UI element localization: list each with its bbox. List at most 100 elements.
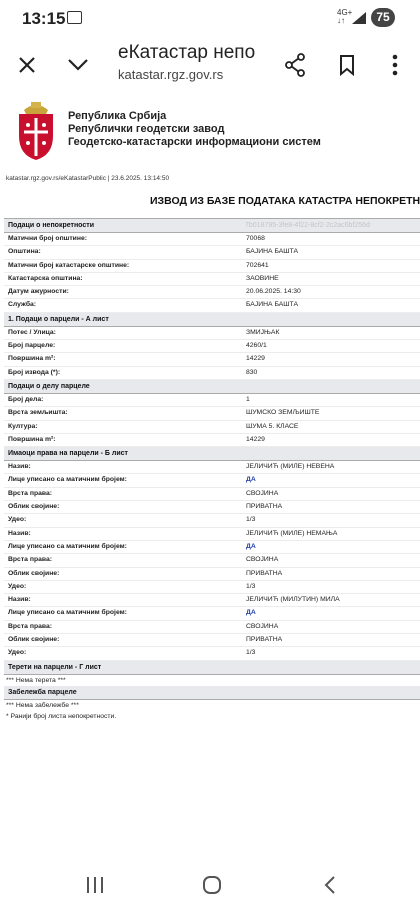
row-label: Матични број општине: (8, 235, 88, 242)
page-url[interactable]: katastar.rgz.gov.rs (118, 67, 223, 82)
table-row: Назив: ЈЕЛИЧИЋ (МИЛУТИН) МИЛА (4, 594, 420, 608)
burdens-text: *** Нема терета *** (6, 676, 66, 684)
screen-cast-icon (67, 11, 82, 24)
table-row: Површина m²: 14229 (4, 353, 420, 367)
table-row: Лице уписано са матичним бројем: ДА (4, 607, 420, 621)
row-label: Лице уписано са матичним бројем: (8, 609, 127, 617)
row-value: 20.06.2025. 14:30 (246, 288, 301, 296)
row-label: Удео: (8, 649, 27, 657)
row-label: Катастарска општина: (8, 274, 83, 282)
row-label: Врста права: (8, 622, 53, 630)
org-line-1: Република Србија (68, 110, 167, 122)
row-label: Матични број катастарске општине: (8, 261, 130, 269)
system-nav-bar (0, 860, 420, 910)
section-property: Подаци о непокретности 7b018795-3fe8-4f2… (4, 219, 420, 233)
row-label: Назив: (8, 529, 31, 537)
row-value: 14229 (246, 435, 265, 443)
row-label: Површина m²: (8, 435, 56, 443)
row-label: Број извода (*): (8, 368, 61, 376)
row-value: ЗМИЈЊАК (246, 328, 280, 336)
bookmark-icon[interactable] (332, 50, 362, 80)
back-icon[interactable] (315, 872, 345, 898)
more-icon[interactable] (380, 50, 410, 80)
recent-apps-icon[interactable] (80, 872, 110, 898)
row-label: Култура: (8, 422, 38, 430)
row-label: Врста земљишта: (8, 409, 68, 417)
table-row: Удео: 1/3 (4, 647, 420, 661)
site-header: Република Србија Републички геодетски за… (0, 96, 420, 166)
page-title: еКатастар непо (118, 42, 256, 63)
table-row: Број извода (*): 830 (4, 367, 420, 380)
section-rights: Имаоци права на парцели - Б лист (4, 447, 420, 462)
org-name: Република Србија Републички геодетски за… (68, 110, 321, 149)
row-value: 1 (246, 395, 250, 403)
table-row: Култура: ШУМА 5. КЛАСЕ (4, 421, 420, 434)
signal-icon (352, 12, 366, 24)
row-value: ПРИВАТНА (246, 503, 283, 511)
status-time: 13:15 (22, 9, 66, 28)
section-parcel-part: Подаци о делу парцеле (4, 379, 420, 394)
table-row: Лице уписано са матичним бројем: ДА (4, 474, 420, 488)
close-icon[interactable] (12, 50, 42, 80)
coat-of-arms-icon (19, 102, 53, 160)
row-label: Површина m²: (8, 355, 56, 363)
table-row: Врста права: СВОЈИНА (4, 621, 420, 635)
row-value: СВОЈИНА (246, 556, 279, 564)
row-label: Врста права: (8, 489, 53, 497)
row-value: 1/3 (246, 649, 256, 657)
row-label: Датум ажурности: (8, 288, 69, 296)
extract-document: Подаци о непокретности 7b018795-3fe8-4f2… (4, 218, 420, 722)
table-row: Облик својине: ПРИВАТНА (4, 568, 420, 581)
row-value: 1/3 (246, 516, 256, 524)
row-label: Облик својине: (8, 636, 60, 644)
row-value: 4260/1 (246, 342, 267, 350)
row-label: Врста права: (8, 556, 53, 564)
row-value: БАЈИНА БАШТА (246, 301, 298, 309)
table-row: Облик својине: ПРИВАТНА (4, 501, 420, 515)
row-label: Потес / Улица: (8, 328, 56, 336)
row-label: Назив: (8, 596, 31, 604)
row-value: ШУМА 5. КЛАСЕ (246, 422, 299, 430)
row-label: Удео: (8, 516, 27, 524)
home-icon[interactable] (197, 872, 227, 898)
table-row: Врста права: СВОЈИНА (4, 554, 420, 568)
status-bar: 13:15 4G+ ↓↑ 75 (0, 0, 420, 36)
row-value: ПРИВАТНА (246, 636, 283, 644)
row-label: Број парцеле: (8, 342, 56, 350)
extract-title: ИЗВОД ИЗ БАЗЕ ПОДАТАКА КАТАСТРА НЕПОКРЕТ… (150, 195, 420, 207)
share-icon[interactable] (280, 50, 310, 80)
table-row: Врста права: СВОЈИНА (4, 488, 420, 502)
row-value: СВОЈИНА (246, 489, 279, 497)
row-label: Удео: (8, 582, 27, 590)
battery-badge: 75 (371, 8, 395, 27)
table-row: Удео: 1/3 (4, 581, 420, 595)
row-value: 70068 (246, 235, 265, 242)
table-row: Површина m²: 14229 (4, 434, 420, 448)
row-label: Облик својине: (8, 569, 60, 577)
row-value: ШУМСКО ЗЕМЉИШТЕ (246, 409, 320, 417)
table-row: Лице уписано са матичним бројем: ДА (4, 541, 420, 555)
row-value: ДА (246, 476, 256, 484)
table-row: Врста земљишта: ШУМСКО ЗЕМЉИШТЕ (4, 407, 420, 421)
chevron-down-icon[interactable] (63, 50, 93, 80)
section-parcel: 1. Подаци о парцели - А лист (4, 312, 420, 327)
row-value: ПРИВАТНА (246, 569, 283, 577)
table-row: Потес / Улица: ЗМИЈЊАК (4, 327, 420, 341)
row-value: 14229 (246, 355, 265, 363)
table-row: Датум ажурности: 20.06.2025. 14:30 (4, 286, 420, 300)
row-label: Лице уписано са матичним бројем: (8, 476, 127, 484)
row-label: Лице уписано са матичним бројем: (8, 542, 127, 550)
table-row: Катастарска општина: ЗАОВИНЕ (4, 273, 420, 287)
table-row: Матични број општине: 70068 (4, 233, 420, 247)
table-row: Назив: ЈЕЛИЧИЋ (МИЛЕ) НЕМАЊА (4, 528, 420, 541)
notes-text: *** Нема забележбе *** (6, 701, 79, 709)
table-row: Удео: 1/3 (4, 514, 420, 528)
row-label: Број дела: (8, 395, 44, 403)
table-row: Број дела: 1 (4, 394, 420, 408)
row-value: ДА (246, 542, 256, 550)
row-value: 702641 (246, 261, 269, 269)
row-value: ЈЕЛИЧИЋ (МИЛЕ) НЕВЕНА (246, 463, 335, 471)
row-value: 830 (246, 368, 258, 376)
org-line-3: Геодетско-катастарски информациони систе… (68, 136, 321, 148)
row-label: Општина: (8, 248, 41, 256)
